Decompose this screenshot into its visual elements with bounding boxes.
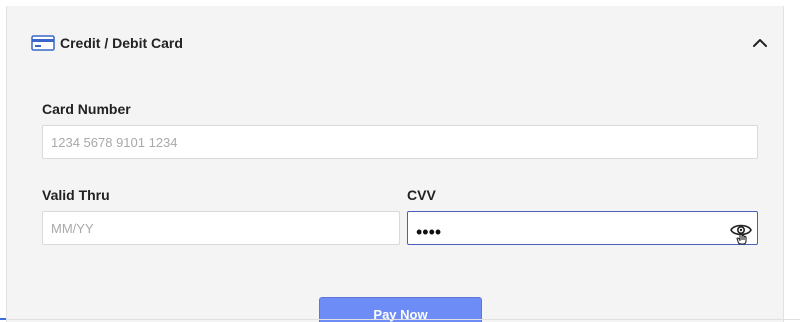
chevron-up-icon[interactable] <box>749 32 771 54</box>
payment-method-panel: Credit / Debit Card Card Number Valid Th… <box>6 6 784 322</box>
accent-mark <box>0 318 6 320</box>
valid-thru-label: Valid Thru <box>42 187 110 203</box>
divider <box>0 319 800 320</box>
cvv-label: CVV <box>407 187 436 203</box>
credit-card-icon <box>31 35 55 51</box>
card-number-input[interactable] <box>42 125 758 159</box>
eye-icon[interactable] <box>729 219 753 245</box>
payment-method-header[interactable]: Credit / Debit Card <box>7 6 783 80</box>
cvv-input[interactable] <box>407 211 758 245</box>
card-number-label: Card Number <box>42 101 131 117</box>
payment-method-title: Credit / Debit Card <box>60 35 183 51</box>
valid-thru-input[interactable] <box>42 211 400 245</box>
cvv-masked-value: •••• <box>416 222 442 242</box>
